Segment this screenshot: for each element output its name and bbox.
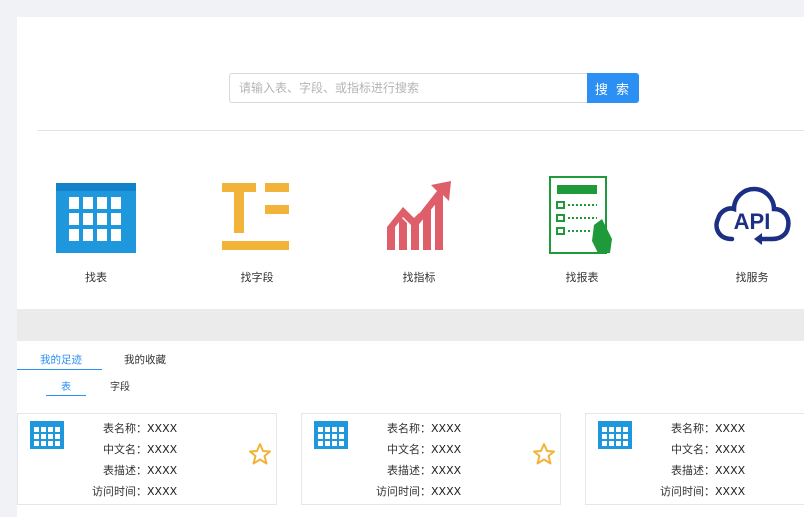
table-grid-icon [314,421,348,449]
field-value: XXXX [431,464,462,477]
field-key: 表名称： [387,422,431,435]
category-label: 找字段 [240,271,274,284]
card-field-description: 表描述：XXXX [631,462,745,478]
card-field-cn-name: 中文名：XXXX [63,441,177,457]
field-key: 中文名： [103,443,147,456]
tab-my-footprint[interactable]: 我的足迹 [40,352,82,367]
card-field-cn-name: 中文名：XXXX [347,441,461,457]
card-field-description: 表描述：XXXX [63,462,177,478]
category-label: 找指标 [402,271,436,284]
divider [37,130,804,131]
field-key: 中文名： [671,443,715,456]
card-field-visit-time: 访问时间：XXXX [347,483,461,499]
category-find-report[interactable]: 找报表 [532,172,632,287]
tab-bar: 我的足迹 我的收藏 [17,341,804,371]
category-find-table[interactable]: 找表 [46,172,146,287]
field-value: XXXX [715,443,746,456]
field-key: 表名称： [671,422,715,435]
search-panel: 搜 索 找表 [17,17,804,309]
svg-text:API: API [734,209,771,234]
field-icon [222,183,289,250]
field-key: 访问时间： [376,485,431,498]
category-label: 找表 [85,271,107,284]
history-card[interactable]: 表名称：XXXX 中文名：XXXX 表描述：XXXX 访问时间：XXXX [585,413,804,505]
card-field-visit-time: 访问时间：XXXX [631,483,745,499]
search-button[interactable]: 搜 索 [587,73,639,103]
field-value: XXXX [431,422,462,435]
star-icon[interactable] [532,442,556,466]
field-value: XXXX [715,422,746,435]
field-value: XXXX [715,464,746,477]
category-find-service[interactable]: API 找服务 [702,172,802,287]
table-grid-icon [56,183,136,253]
field-value: XXXX [147,464,178,477]
card-field-table-name: 表名称：XXXX [347,420,461,436]
subtab-table[interactable]: 表 [61,378,71,393]
category-label: 找报表 [565,271,599,284]
field-key: 表名称： [103,422,147,435]
subtab-active-indicator [46,395,86,396]
section-separator [17,309,804,341]
subtab-field[interactable]: 字段 [110,378,130,393]
search-bar: 搜 索 [229,73,639,103]
field-key: 表描述： [103,464,147,477]
field-key: 访问时间： [660,485,715,498]
category-find-field[interactable]: 找字段 [207,172,307,287]
card-field-table-name: 表名称：XXXX [63,420,177,436]
field-key: 表描述： [387,464,431,477]
field-value: XXXX [431,443,462,456]
category-label: 找服务 [735,271,769,284]
field-value: XXXX [715,485,746,498]
tab-active-indicator [17,369,102,370]
category-nav: 找表 找字段 找指标 找报表 API 找服务 [17,172,804,292]
field-value: XXXX [147,443,178,456]
card-field-table-name: 表名称：XXXX [631,420,745,436]
field-value: XXXX [147,422,178,435]
report-icon [549,176,612,254]
field-value: XXXX [431,485,462,498]
search-input[interactable] [229,73,587,103]
tab-my-favorites[interactable]: 我的收藏 [124,352,166,367]
field-value: XXXX [147,485,178,498]
card-field-description: 表描述：XXXX [347,462,461,478]
field-key: 中文名： [387,443,431,456]
history-card[interactable]: 表名称：XXXX 中文名：XXXX 表描述：XXXX 访问时间：XXXX [301,413,561,505]
field-key: 表描述： [671,464,715,477]
star-icon[interactable] [248,442,272,466]
history-panel: 我的足迹 我的收藏 表 字段 表名称：XXXX 中文名：XXXX 表描述：XXX… [17,341,804,517]
api-cloud-icon: API [714,186,791,245]
table-grid-icon [598,421,632,449]
category-find-metric[interactable]: 找指标 [369,172,469,287]
history-card[interactable]: 表名称：XXXX 中文名：XXXX 表描述：XXXX 访问时间：XXXX [17,413,277,505]
table-grid-icon [30,421,64,449]
card-field-cn-name: 中文名：XXXX [631,441,745,457]
field-key: 访问时间： [92,485,147,498]
metric-chart-icon [387,181,451,250]
card-field-visit-time: 访问时间：XXXX [63,483,177,499]
